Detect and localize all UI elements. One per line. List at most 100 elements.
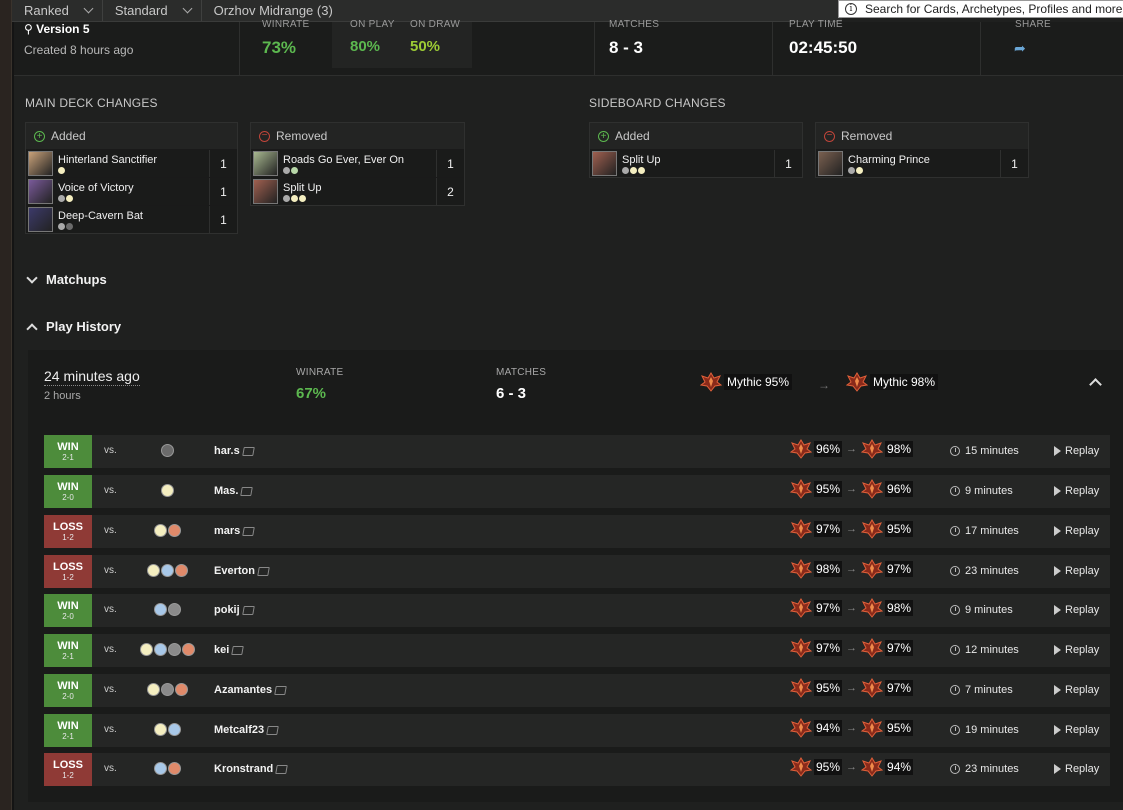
replay-button[interactable]: Replay bbox=[1054, 684, 1099, 696]
play-icon bbox=[1054, 764, 1061, 774]
minus-circle-icon: − bbox=[259, 130, 270, 142]
deck-icon[interactable] bbox=[241, 446, 255, 456]
session-header[interactable]: 24 minutes ago 2 hours WINRATE 67% MATCH… bbox=[28, 350, 1123, 422]
card-row[interactable]: Roads Go Ever, Ever On 1 bbox=[251, 149, 464, 177]
deck-icon[interactable] bbox=[231, 645, 245, 655]
deck-icon[interactable] bbox=[275, 764, 289, 774]
mana-pip-icon bbox=[299, 194, 306, 202]
match-duration: 23 minutes bbox=[950, 763, 1019, 775]
mythic-rank-icon bbox=[789, 559, 813, 579]
opponent[interactable]: har.s bbox=[214, 445, 255, 457]
replay-button[interactable]: Replay bbox=[1054, 763, 1099, 775]
rank-before: 94% bbox=[814, 720, 843, 736]
opponent[interactable]: pokij bbox=[214, 604, 255, 616]
card-row[interactable]: Split Up 2 bbox=[251, 177, 464, 205]
rank-change: 97% → 95% bbox=[789, 519, 914, 539]
opponent-name[interactable]: kei bbox=[214, 644, 229, 656]
mana-symbol-icon bbox=[154, 762, 167, 775]
search-input[interactable]: i Search for Cards, Archetypes, Profiles… bbox=[838, 0, 1123, 18]
plus-circle-icon: + bbox=[34, 130, 45, 142]
result-score: 1-2 bbox=[62, 533, 74, 542]
result-badge: WIN 2-1 bbox=[44, 634, 92, 667]
vs-label: vs. bbox=[104, 565, 117, 576]
opponent-name[interactable]: Metcalf23 bbox=[214, 724, 264, 736]
opponent-name[interactable]: Mas. bbox=[214, 485, 238, 497]
opponent-name[interactable]: Azamantes bbox=[214, 684, 272, 696]
card-count: 1 bbox=[209, 178, 237, 205]
replay-button[interactable]: Replay bbox=[1054, 604, 1099, 616]
replay-label: Replay bbox=[1065, 604, 1100, 616]
deck-icon[interactable] bbox=[274, 685, 287, 695]
replay-button[interactable]: Replay bbox=[1054, 445, 1099, 457]
match-row: WIN 2-0 vs. Azamantes 95% → 97% 7 minutes Replay bbox=[44, 674, 1110, 707]
replay-button[interactable]: Replay bbox=[1054, 644, 1099, 656]
card-text: Voice of Victory bbox=[58, 182, 134, 202]
replay-button[interactable]: Replay bbox=[1054, 525, 1099, 537]
replay-button[interactable]: Replay bbox=[1054, 565, 1099, 577]
opponent-name[interactable]: mars bbox=[214, 525, 240, 537]
session-duration: 2 hours bbox=[44, 390, 81, 402]
removed-label: Removed bbox=[841, 129, 893, 143]
share-icon[interactable]: ➦ bbox=[1014, 40, 1026, 57]
mana-symbol-icon bbox=[140, 643, 153, 656]
duration-text: 9 minutes bbox=[965, 485, 1013, 497]
opponent[interactable]: Mas. bbox=[214, 485, 254, 497]
card-row[interactable]: Hinterland Sanctifier 1 bbox=[26, 149, 237, 177]
added-label: Added bbox=[615, 129, 650, 143]
opponent-name[interactable]: Kronstrand bbox=[214, 763, 273, 775]
deck-icon[interactable] bbox=[240, 486, 254, 496]
mana-cost bbox=[283, 166, 404, 174]
result-score: 2-0 bbox=[62, 493, 74, 502]
clock-icon bbox=[950, 685, 960, 695]
deck-icon[interactable] bbox=[266, 725, 279, 735]
replay-label: Replay bbox=[1065, 724, 1100, 736]
arrow-right-icon: → bbox=[846, 523, 858, 535]
card-row[interactable]: Split Up 1 bbox=[590, 149, 802, 177]
replay-button[interactable]: Replay bbox=[1054, 485, 1099, 497]
mythic-rank-icon bbox=[860, 479, 884, 499]
play-icon bbox=[1054, 725, 1061, 735]
opponent-name[interactable]: Everton bbox=[214, 565, 255, 577]
deck-icon[interactable] bbox=[242, 526, 256, 536]
opponent[interactable]: Azamantes bbox=[214, 684, 287, 696]
opponent[interactable]: Kronstrand bbox=[214, 763, 289, 775]
play-history-toggle[interactable]: Play History bbox=[26, 319, 121, 335]
card-main: Hinterland Sanctifier bbox=[26, 150, 209, 177]
card-main: Split Up bbox=[251, 178, 436, 205]
opponent-name[interactable]: pokij bbox=[214, 604, 240, 616]
opponent[interactable]: mars bbox=[214, 525, 256, 537]
opponent[interactable]: Metcalf23 bbox=[214, 724, 279, 736]
card-main: Voice of Victory bbox=[26, 178, 209, 205]
opponent-colors bbox=[154, 723, 181, 736]
replay-button[interactable]: Replay bbox=[1054, 724, 1099, 736]
session-matches-label: MATCHES bbox=[496, 367, 547, 378]
play-icon bbox=[1054, 605, 1061, 615]
filter-queue[interactable]: Ranked bbox=[12, 0, 103, 21]
opponent-colors bbox=[161, 484, 174, 497]
matchups-toggle[interactable]: Matchups bbox=[26, 271, 107, 287]
mythic-rank-icon bbox=[789, 638, 813, 658]
deck-icon[interactable] bbox=[241, 605, 255, 615]
result-badge: WIN 2-0 bbox=[44, 475, 92, 508]
mana-symbol-icon bbox=[147, 564, 160, 577]
match-row: WIN 2-0 vs. pokij 97% → 98% 9 minutes Replay bbox=[44, 594, 1110, 627]
card-row[interactable]: Charming Prince 1 bbox=[816, 149, 1028, 177]
card-row[interactable]: Deep-Cavern Bat 1 bbox=[26, 205, 237, 233]
card-row[interactable]: Voice of Victory 1 bbox=[26, 177, 237, 205]
rank-start-label: Mythic 95% bbox=[724, 374, 793, 390]
mana-symbol-icon bbox=[147, 683, 160, 696]
opponent[interactable]: Everton bbox=[214, 565, 270, 577]
filter-deck[interactable]: Orzhov Midrange (3) bbox=[202, 0, 343, 21]
filter-format[interactable]: Standard bbox=[103, 0, 202, 21]
deck-icon[interactable] bbox=[257, 566, 270, 576]
card-name: Split Up bbox=[622, 153, 661, 166]
result-badge: WIN 2-0 bbox=[44, 674, 92, 707]
card-main: Charming Prince bbox=[816, 150, 1000, 177]
opponent[interactable]: kei bbox=[214, 644, 245, 656]
vs-label: vs. bbox=[104, 684, 117, 695]
opponent-name[interactable]: har.s bbox=[214, 445, 240, 457]
chevron-up-icon[interactable] bbox=[1089, 378, 1102, 391]
mythic-rank-icon bbox=[860, 598, 884, 618]
result-badge: LOSS 1-2 bbox=[44, 753, 92, 786]
result-score: 2-0 bbox=[62, 612, 74, 621]
